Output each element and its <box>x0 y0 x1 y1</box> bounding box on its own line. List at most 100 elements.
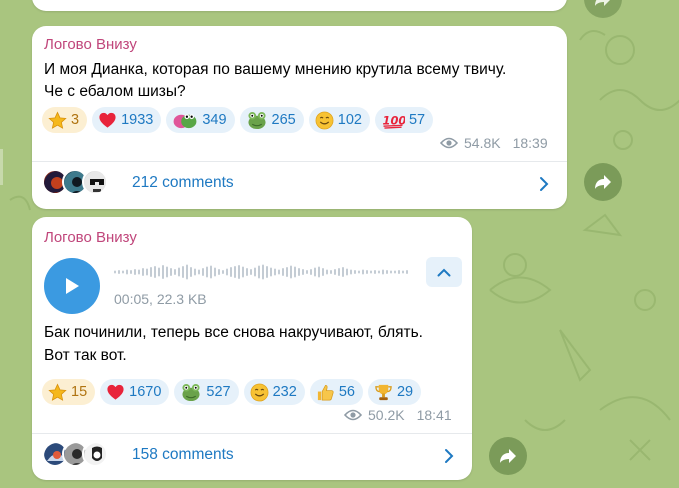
waveform-bar <box>302 269 304 275</box>
waveform-bar <box>330 270 332 274</box>
reaction-frog-face[interactable]: 527 <box>174 379 239 405</box>
previous-message-bubble <box>32 0 567 11</box>
voice-duration-size: 00:05, 22.3 KB <box>114 291 207 307</box>
waveform-bar <box>258 265 260 279</box>
waveform-bar <box>146 268 148 276</box>
reactions-bar: 3 1933 349 265 102 100 57 <box>42 107 434 133</box>
reaction-smile[interactable]: 102 <box>308 107 370 133</box>
waveform-bar <box>398 270 400 274</box>
views-eye-icon <box>440 137 458 149</box>
waveform-bar <box>342 267 344 277</box>
reaction-frog-face[interactable]: 265 <box>239 107 304 133</box>
waveform-bar <box>154 266 156 278</box>
waveform-bar <box>186 264 188 280</box>
waveform-bar <box>214 267 216 277</box>
waveform-bar <box>170 268 172 276</box>
waveform-bar <box>346 268 348 276</box>
share-icon <box>595 175 611 189</box>
waveform-bar <box>182 266 184 278</box>
voice-waveform[interactable] <box>114 260 414 284</box>
reaction-trophy[interactable]: 29 <box>367 379 422 405</box>
heart-icon <box>107 384 124 400</box>
waveform-bar <box>362 269 364 275</box>
reaction-heart[interactable]: 1933 <box>92 107 162 133</box>
waveform-bar <box>118 270 120 274</box>
comments-link[interactable]: 158 comments <box>32 434 472 478</box>
share-button[interactable] <box>489 437 527 475</box>
waveform-bar <box>202 268 204 276</box>
waveform-bar <box>314 267 316 277</box>
waveform-bar <box>194 268 196 276</box>
reaction-star[interactable]: 3 <box>42 107 88 133</box>
frog-hug-icon <box>173 113 197 128</box>
waveform-bar <box>134 269 136 275</box>
reaction-count: 15 <box>71 384 88 400</box>
message-meta: 50.2K 18:41 <box>344 407 452 423</box>
heart-icon <box>99 112 116 128</box>
message-time: 18:41 <box>416 407 452 423</box>
share-button-previous[interactable] <box>584 0 622 18</box>
waveform-bar <box>290 265 292 279</box>
message-time: 18:39 <box>512 135 548 151</box>
message-bubble: Логово Внизу 00:05, 22.3 KB Бак починили… <box>32 217 472 480</box>
waveform-bar <box>382 269 384 275</box>
reaction-count: 232 <box>272 384 297 400</box>
star-icon <box>48 383 67 401</box>
message-text-line: И моя Дианка, которая по вашему мнению к… <box>44 61 507 78</box>
trophy-icon <box>375 384 392 400</box>
avatar <box>82 441 108 467</box>
waveform-bar <box>370 270 372 274</box>
reaction-thumbs-up[interactable]: 56 <box>309 379 363 405</box>
scroll-indicator <box>0 149 3 185</box>
voice-play-button[interactable] <box>44 258 100 314</box>
waveform-bar <box>298 268 300 276</box>
waveform-bar <box>278 269 280 275</box>
waveform-bar <box>158 267 160 277</box>
message-bubble: Логово Внизу И моя Дианка, которая по ва… <box>32 26 567 209</box>
waveform-bar <box>166 266 168 278</box>
waveform-bar <box>206 266 208 278</box>
thumbs-up-icon <box>317 384 334 400</box>
waveform-bar <box>386 270 388 274</box>
waveform-bar <box>126 269 128 275</box>
reaction-count: 29 <box>396 384 414 400</box>
waveform-bar <box>306 270 308 274</box>
message-meta: 54.8K 18:39 <box>440 135 548 151</box>
reactions-bar: 15 1670 527 232 56 29 <box>42 379 422 405</box>
star-icon <box>48 111 67 129</box>
waveform-bar <box>250 269 252 275</box>
share-button[interactable] <box>584 163 622 201</box>
waveform-bar <box>282 268 284 276</box>
reaction-hundred[interactable]: 100 57 <box>374 107 434 133</box>
comments-link[interactable]: 212 comments <box>32 162 567 206</box>
reaction-heart[interactable]: 1670 <box>100 379 170 405</box>
waveform-bar <box>406 270 408 274</box>
waveform-bar <box>402 270 404 274</box>
reaction-smile[interactable]: 232 <box>243 379 305 405</box>
waveform-bar <box>234 266 236 278</box>
waveform-bar <box>242 266 244 278</box>
waveform-bar <box>122 270 124 274</box>
voice-transcribe-toggle[interactable] <box>426 257 462 287</box>
reaction-count: 349 <box>202 112 227 128</box>
waveform-bar <box>286 267 288 277</box>
waveform-bar <box>322 268 324 276</box>
waveform-bar <box>390 270 392 274</box>
reaction-count: 102 <box>337 112 362 128</box>
smile-icon <box>250 383 269 401</box>
hundred-icon: 100 <box>383 113 405 129</box>
waveform-bar <box>334 269 336 275</box>
reaction-star[interactable]: 15 <box>42 379 96 405</box>
share-icon <box>595 0 610 6</box>
waveform-bar <box>294 266 296 278</box>
waveform-bar <box>226 268 228 276</box>
waveform-bar <box>318 266 320 278</box>
waveform-bar <box>262 264 264 280</box>
message-sender[interactable]: Логово Внизу <box>44 36 137 53</box>
message-sender[interactable]: Логово Внизу <box>44 229 137 246</box>
commenter-avatars <box>42 441 108 467</box>
waveform-bar <box>142 268 144 276</box>
reaction-frog-hug[interactable]: 349 <box>166 107 235 133</box>
smile-icon <box>315 111 334 129</box>
waveform-bar <box>130 270 132 274</box>
